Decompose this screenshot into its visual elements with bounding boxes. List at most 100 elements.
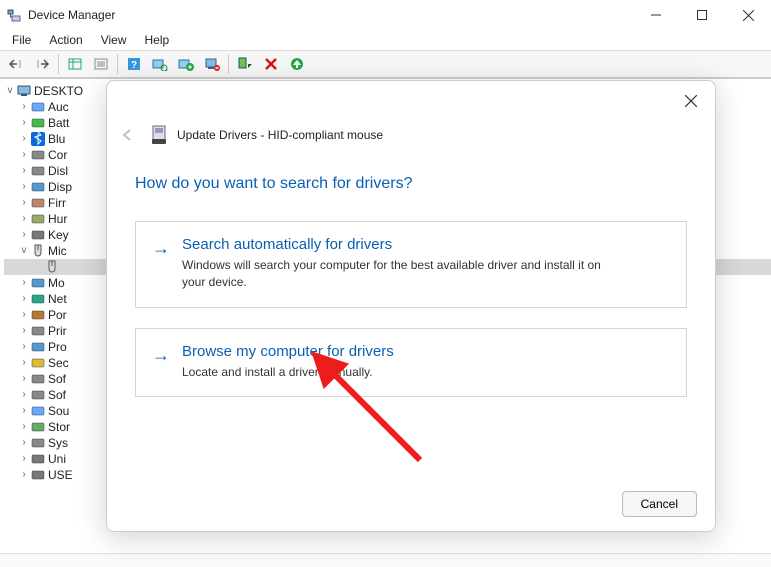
expand-icon[interactable]: ›: [18, 211, 30, 227]
nav-back-button[interactable]: [4, 52, 28, 76]
update-driver-button[interactable]: [174, 52, 198, 76]
tree-item-label: Sec: [48, 355, 69, 371]
expand-icon[interactable]: ›: [18, 435, 30, 451]
mouse-icon: [30, 243, 46, 259]
expand-icon[interactable]: ›: [18, 339, 30, 355]
expand-icon[interactable]: ›: [18, 307, 30, 323]
tree-item-label: Batt: [48, 115, 69, 131]
computer-icon: [30, 147, 46, 163]
software-icon: [30, 371, 46, 387]
monitor-icon: [30, 275, 46, 291]
window-title: Device Manager: [28, 8, 115, 22]
add-legacy-button[interactable]: [285, 52, 309, 76]
cancel-button[interactable]: Cancel: [622, 491, 697, 517]
toolbar: ?: [0, 50, 771, 78]
tree-item-label: Firr: [48, 195, 66, 211]
sound-icon: [30, 403, 46, 419]
display-icon: [30, 179, 46, 195]
menu-file[interactable]: File: [4, 31, 39, 49]
tree-item-label: Por: [48, 307, 67, 323]
window-maximize[interactable]: [679, 0, 725, 30]
hid-icon: [30, 211, 46, 227]
window-close[interactable]: [725, 0, 771, 30]
tree-item-label: Auc: [48, 99, 69, 115]
printer-icon: [30, 323, 46, 339]
expand-icon[interactable]: ›: [18, 179, 30, 195]
tree-item-label: Hur: [48, 211, 67, 227]
expand-icon[interactable]: ›: [18, 99, 30, 115]
tree-item-label: Mic: [48, 243, 67, 259]
properties-button[interactable]: [89, 52, 113, 76]
menu-action[interactable]: Action: [41, 31, 90, 49]
software-icon: [30, 387, 46, 403]
computer-icon: [16, 83, 32, 99]
battery-icon: [30, 115, 46, 131]
disable-device-button[interactable]: [259, 52, 283, 76]
dialog-back-button[interactable]: [121, 128, 141, 142]
expand-icon[interactable]: ›: [18, 195, 30, 211]
collapse-icon[interactable]: v: [4, 83, 16, 99]
tree-item-label: Pro: [48, 339, 67, 355]
option-description: Locate and install a driver manually.: [182, 364, 602, 381]
tree-item-label: USE: [48, 467, 73, 483]
expand-icon[interactable]: ›: [18, 419, 30, 435]
enable-device-button[interactable]: [233, 52, 257, 76]
tree-item-label: Sou: [48, 403, 69, 419]
bluetooth-icon: [30, 131, 46, 147]
network-icon: [30, 291, 46, 307]
expand-icon[interactable]: ›: [18, 355, 30, 371]
arrow-right-icon: →: [152, 343, 170, 381]
help-button[interactable]: ?: [122, 52, 146, 76]
expand-icon[interactable]: ›: [18, 323, 30, 339]
expand-icon[interactable]: ›: [18, 115, 30, 131]
menu-help[interactable]: Help: [137, 31, 178, 49]
tree-item-label: Sys: [48, 435, 68, 451]
tree-item-label: Cor: [48, 147, 67, 163]
tree-item-label: Prir: [48, 323, 67, 339]
uninstall-device-button[interactable]: [200, 52, 224, 76]
expand-icon[interactable]: ›: [18, 371, 30, 387]
security-icon: [30, 355, 46, 371]
tree-item-label: Stor: [48, 419, 70, 435]
status-bar: [0, 553, 771, 567]
expand-icon[interactable]: ›: [18, 451, 30, 467]
tree-item-label: Mo: [48, 275, 65, 291]
storage-icon: [30, 419, 46, 435]
expand-icon[interactable]: ›: [18, 403, 30, 419]
tree-item-label: Net: [48, 291, 67, 307]
tree-item-label: Sof: [48, 387, 66, 403]
expand-icon[interactable]: v: [18, 243, 30, 259]
expand-icon[interactable]: ›: [18, 147, 30, 163]
usb-icon: [30, 467, 46, 483]
app-icon: [6, 7, 22, 23]
expand-icon[interactable]: ›: [18, 275, 30, 291]
dialog-close-button[interactable]: [679, 89, 703, 113]
option-browse-computer[interactable]: → Browse my computer for drivers Locate …: [135, 328, 687, 398]
option-search-automatically[interactable]: → Search automatically for drivers Windo…: [135, 221, 687, 308]
disk-icon: [30, 163, 46, 179]
processor-icon: [30, 339, 46, 355]
expand-icon[interactable]: ›: [18, 131, 30, 147]
audio-icon: [30, 99, 46, 115]
option-title: Browse my computer for drivers: [182, 343, 670, 360]
svg-text:?: ?: [131, 60, 137, 71]
dialog-title: Update Drivers - HID-compliant mouse: [177, 128, 383, 142]
expand-icon[interactable]: ›: [18, 291, 30, 307]
nav-forward-button[interactable]: [30, 52, 54, 76]
menu-bar: File Action View Help: [0, 30, 771, 50]
option-title: Search automatically for drivers: [182, 236, 670, 253]
port-icon: [30, 307, 46, 323]
scan-hardware-button[interactable]: [148, 52, 172, 76]
show-hidden-button[interactable]: [63, 52, 87, 76]
expand-icon[interactable]: ›: [18, 387, 30, 403]
system-icon: [30, 435, 46, 451]
expand-icon[interactable]: ›: [18, 227, 30, 243]
tree-item-label: Blu: [48, 131, 65, 147]
driver-disk-icon: [151, 125, 167, 145]
expand-icon[interactable]: ›: [18, 163, 30, 179]
expand-icon[interactable]: ›: [18, 467, 30, 483]
tree-item-label: Disp: [48, 179, 72, 195]
tree-item-label: Disl: [48, 163, 68, 179]
menu-view[interactable]: View: [93, 31, 135, 49]
window-minimize[interactable]: [633, 0, 679, 30]
